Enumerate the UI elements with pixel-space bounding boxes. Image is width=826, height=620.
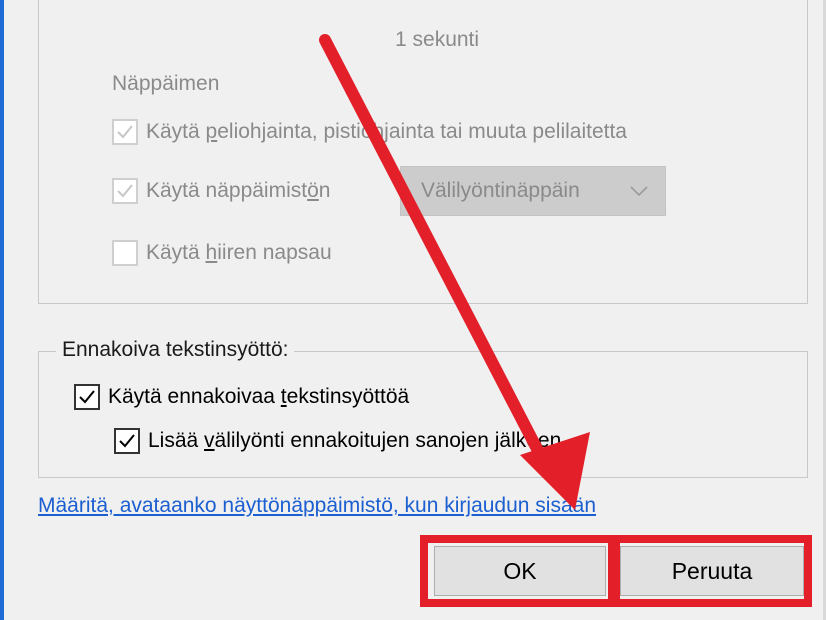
use-predictive-option[interactable]: Käytä ennakoivaa tekstinsyöttöä	[74, 384, 409, 410]
mouse-label: Käytä hiiren napsau	[146, 241, 332, 264]
cancel-button[interactable]: Peruuta	[620, 546, 804, 596]
use-predictive-checkbox[interactable]	[74, 384, 100, 410]
mouse-option[interactable]: Käytä hiiren napsau	[112, 240, 332, 266]
predictive-text-legend: Ennakoiva tekstinsyöttö:	[56, 338, 295, 362]
gamepad-label: Käytä peliohjainta, pistiohjainta tai mu…	[146, 120, 627, 143]
check-icon	[79, 390, 95, 404]
add-space-label: Lisää välilyönti ennakoitujen sanojen jä…	[148, 429, 562, 452]
add-space-checkbox[interactable]	[114, 428, 140, 454]
keyboard-option[interactable]: Käytä näppäimistön	[112, 178, 330, 204]
gamepad-option[interactable]: Käytä peliohjainta, pistiohjainta tai mu…	[112, 119, 627, 145]
check-icon	[119, 434, 135, 448]
onscreen-keyboard-signin-link[interactable]: Määritä, avataanko näyttönäppäimistö, ku…	[38, 494, 596, 518]
window-border-left	[0, 0, 4, 620]
key-section-label: Näppäimen	[112, 72, 220, 95]
keyboard-key-select[interactable]: Välilyöntinäppäin	[400, 166, 666, 216]
add-space-option[interactable]: Lisää välilyönti ennakoitujen sanojen jä…	[114, 428, 561, 454]
keyboard-checkbox[interactable]	[112, 178, 138, 204]
check-icon	[117, 125, 133, 139]
chevron-down-icon	[630, 186, 648, 197]
keyboard-label: Käytä näppäimistön	[146, 179, 331, 202]
gamepad-checkbox[interactable]	[112, 119, 138, 145]
predictive-text-group	[38, 351, 808, 478]
use-predictive-label: Käytä ennakoivaa tekstinsyöttöä	[108, 385, 410, 408]
check-icon	[117, 184, 133, 198]
ok-button[interactable]: OK	[434, 546, 606, 596]
keyboard-key-select-value: Välilyöntinäppäin	[421, 179, 580, 202]
delay-seconds-label: 1 sekunti	[395, 28, 480, 51]
mouse-checkbox[interactable]	[112, 240, 138, 266]
